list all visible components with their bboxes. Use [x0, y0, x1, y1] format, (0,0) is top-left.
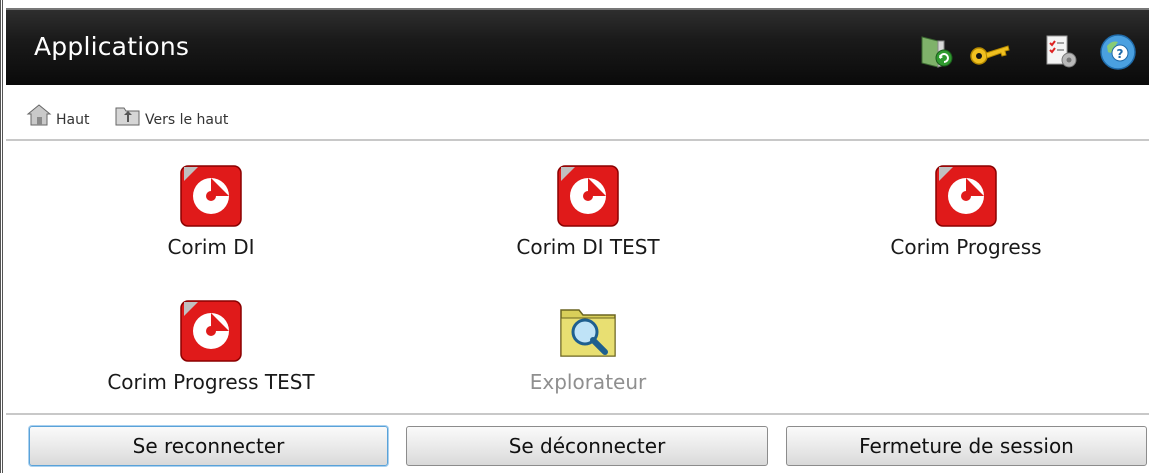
corim-app-icon	[180, 165, 242, 227]
reconnect-button[interactable]: Se reconnecter	[29, 426, 388, 466]
divider	[6, 413, 1149, 415]
app-corim-progress[interactable]: Corim Progress	[816, 163, 1116, 273]
app-explorateur[interactable]: Explorateur	[438, 298, 738, 408]
breadcrumb: Haut Vers le haut	[6, 90, 1149, 136]
breadcrumb-home[interactable]: Haut	[26, 98, 89, 128]
app-corim-progress-test[interactable]: Corim Progress TEST	[61, 298, 361, 408]
breadcrumb-home-label: Haut	[56, 112, 90, 128]
folder-up-icon	[115, 107, 140, 126]
folder-search-icon	[560, 309, 616, 357]
page-title: Applications	[34, 32, 190, 61]
key-icon[interactable]	[968, 32, 1010, 70]
app-corim-di-test[interactable]: Corim DI TEST	[438, 163, 738, 273]
corim-app-icon	[935, 165, 997, 227]
app-label: Corim Progress	[890, 235, 1042, 259]
home-icon	[26, 104, 52, 126]
help-icon[interactable]: ?	[1098, 32, 1136, 70]
breadcrumb-up-label: Vers le haut	[145, 112, 229, 128]
logout-button[interactable]: Fermeture de session	[786, 426, 1147, 466]
app-label: Explorateur	[529, 370, 647, 394]
settings-checklist-icon[interactable]	[1042, 32, 1080, 70]
divider	[6, 139, 1149, 141]
refresh-door-icon[interactable]	[918, 32, 956, 70]
application-window: Applications ? Haut Vers le haut Corim D…	[0, 0, 1149, 473]
app-label: Corim Progress TEST	[107, 370, 315, 394]
disconnect-button[interactable]: Se déconnecter	[406, 426, 768, 466]
app-label: Corim DI TEST	[516, 235, 660, 259]
title-bar: Applications ?	[6, 8, 1149, 85]
svg-text:?: ?	[1117, 47, 1124, 61]
breadcrumb-up[interactable]: Vers le haut	[115, 98, 228, 128]
corim-app-icon	[180, 300, 242, 362]
app-grid: Corim DI Corim DI TEST Corim Progress Co…	[6, 143, 1149, 413]
app-label: Corim DI	[167, 235, 255, 259]
corim-app-icon	[557, 165, 619, 227]
app-corim-di[interactable]: Corim DI	[61, 163, 361, 273]
